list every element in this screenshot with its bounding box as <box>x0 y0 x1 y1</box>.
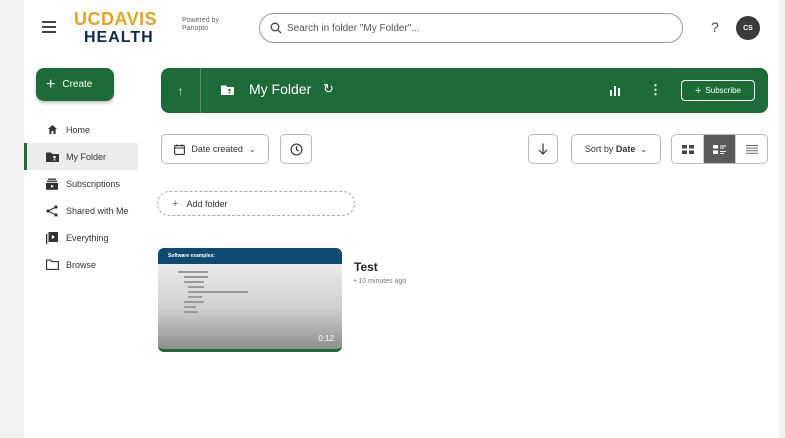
sidebar-item-label: Shared with Me <box>66 205 129 216</box>
plus-icon: + <box>172 197 179 210</box>
plus-icon: + <box>46 75 56 93</box>
chevron-down-icon: ⌄ <box>248 144 256 154</box>
sort-by-label: Sort by <box>584 144 614 154</box>
up-arrow-icon[interactable]: ↑ <box>161 68 201 113</box>
create-label: Create <box>62 79 93 90</box>
subscribe-button[interactable]: + Subscribe <box>681 80 755 101</box>
sidebar-item-everything[interactable]: Everything <box>24 224 138 251</box>
sidebar-item-label: My Folder <box>66 151 107 162</box>
powered-by-panopto: Powered by Panopto <box>182 17 219 34</box>
sidebar-item-label: Subscriptions <box>66 178 121 189</box>
video-title-link[interactable]: Test <box>354 260 378 274</box>
search-icon <box>270 22 282 34</box>
date-created-label: Date created <box>191 144 243 154</box>
search-bar[interactable] <box>259 13 683 43</box>
arrow-down-icon <box>538 143 548 155</box>
home-icon <box>45 124 59 136</box>
sidebar-item-my-folder[interactable]: My Folder <box>24 143 138 170</box>
calendar-icon <box>174 143 186 155</box>
sidebar-item-subscriptions[interactable]: Subscriptions <box>24 170 138 197</box>
folder-title: My Folder <box>249 81 312 97</box>
app-frame: UCDAVIS HEALTH Powered by Panopto ? CS +… <box>24 0 779 438</box>
powered-line2: Panopto <box>182 25 209 33</box>
folder-icon <box>45 259 59 271</box>
sidebar-nav: Home My Folder Subscriptions Shared with… <box>24 116 138 278</box>
refresh-icon[interactable]: ↻ <box>323 81 334 97</box>
more-options-icon[interactable]: ⋮ <box>649 82 662 98</box>
video-thumbnail[interactable]: Software examples: 0:12 <box>158 248 342 352</box>
thumbnail-slide-content <box>158 264 342 313</box>
logo-health: HEALTH <box>84 29 154 46</box>
video-timestamp: • 10 minutes ago <box>354 278 407 285</box>
user-avatar[interactable]: CS <box>736 16 760 40</box>
subscriptions-icon <box>45 178 59 190</box>
powered-line1: Powered by <box>182 17 219 24</box>
folder-user-icon <box>221 85 234 95</box>
plus-icon: + <box>694 84 702 97</box>
sidebar-item-shared-with-me[interactable]: Shared with Me <box>24 197 138 224</box>
stats-icon[interactable] <box>609 84 621 96</box>
sidebar-item-label: Browse <box>66 259 97 270</box>
detail-view-button[interactable] <box>703 135 735 163</box>
clock-icon <box>290 143 302 155</box>
sidebar-item-label: Home <box>66 124 91 135</box>
sidebar-item-label: Everything <box>66 232 109 243</box>
help-icon[interactable]: ? <box>711 19 719 35</box>
sidebar-item-home[interactable]: Home <box>24 116 138 143</box>
top-header: UCDAVIS HEALTH Powered by Panopto ? CS <box>24 0 779 56</box>
subscribe-label: Subscribe <box>705 86 741 95</box>
sort-by-dropdown[interactable]: Sort by Date ⌄ <box>571 134 661 164</box>
detail-view-icon <box>713 144 726 154</box>
logo-uc: UCDAVIS <box>74 9 158 29</box>
sidebar-item-browse[interactable]: Browse <box>24 251 138 278</box>
ucdavis-health-logo[interactable]: UCDAVIS HEALTH <box>74 10 157 46</box>
menu-icon[interactable] <box>42 21 56 33</box>
chevron-down-icon: ⌄ <box>640 144 648 154</box>
list-view-icon <box>745 144 758 154</box>
add-folder-label: Add folder <box>186 198 228 209</box>
view-toggle-group <box>671 134 768 164</box>
sort-by-value: Date <box>615 144 636 154</box>
create-button[interactable]: + Create <box>36 68 114 101</box>
folder-header-bar: ↑ My Folder ↻ ⋮ + Subscribe <box>161 68 768 113</box>
recent-history-button[interactable] <box>280 134 312 164</box>
grid-view-icon <box>681 144 694 154</box>
grid-view-button[interactable] <box>672 135 703 163</box>
share-icon <box>45 204 59 217</box>
list-view-button[interactable] <box>735 135 767 163</box>
add-folder-button[interactable]: + Add folder <box>157 191 355 216</box>
video-duration: 0:12 <box>318 334 334 343</box>
folder-user-icon <box>45 151 59 163</box>
library-icon <box>45 231 59 244</box>
date-created-filter[interactable]: Date created ⌄ <box>161 134 269 164</box>
thumbnail-heading: Software examples: <box>158 248 342 264</box>
sort-direction-button[interactable] <box>528 134 558 164</box>
search-input[interactable] <box>287 22 667 34</box>
